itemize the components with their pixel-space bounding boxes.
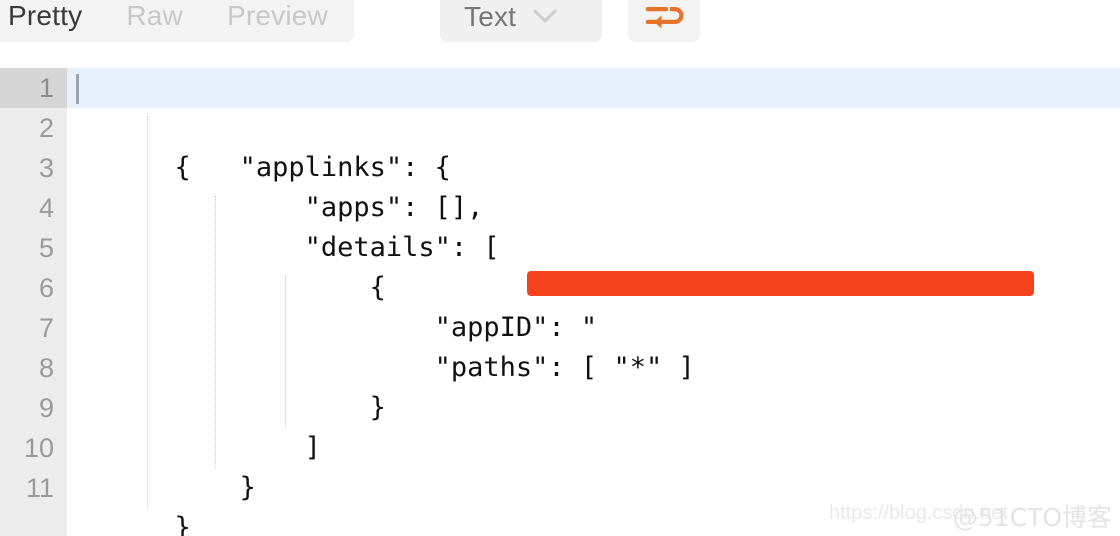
format-select-value: Text bbox=[464, 1, 517, 32]
tab-raw[interactable]: Raw bbox=[104, 0, 205, 42]
code-line-text: } bbox=[174, 392, 386, 423]
watermark-tag: @51CTO博客 bbox=[952, 503, 1112, 532]
code-line-text: "apps": [], bbox=[174, 192, 484, 223]
line-number: 8 bbox=[38, 353, 54, 383]
line-number: 6 bbox=[38, 273, 54, 303]
line-number-gutter: 1 2 3 4 5 6 7 8 9 10 11 bbox=[0, 68, 67, 536]
line-number: 1 bbox=[0, 68, 67, 108]
line-number: 7 bbox=[38, 313, 54, 343]
indent-guide bbox=[147, 116, 149, 508]
code-line[interactable]: { bbox=[67, 68, 1120, 183]
json-editor[interactable]: 1 2 3 4 5 6 7 8 9 10 11 { "applinks": { … bbox=[0, 68, 1120, 536]
redacted-appid-value bbox=[527, 271, 1034, 296]
word-wrap-button[interactable] bbox=[628, 0, 700, 42]
line-number: 2 bbox=[38, 113, 54, 143]
format-select[interactable]: Text bbox=[440, 0, 602, 42]
line-number: 9 bbox=[38, 393, 54, 423]
view-mode-tab-group: Pretty Raw Preview bbox=[0, 0, 354, 42]
code-line-text: "applinks": { bbox=[174, 152, 451, 183]
toolbar: Pretty Raw Preview Text bbox=[0, 0, 1120, 48]
line-number: 4 bbox=[38, 193, 54, 223]
code-line-text: } bbox=[174, 472, 256, 503]
code-line-text: } bbox=[174, 512, 191, 536]
line-number: 3 bbox=[38, 153, 54, 183]
code-line[interactable]: "applinks": { bbox=[67, 108, 1120, 183]
line-number: 11 bbox=[25, 473, 54, 503]
tab-pretty[interactable]: Pretty bbox=[0, 0, 104, 42]
code-line-text: ] bbox=[174, 432, 321, 463]
line-number: 5 bbox=[38, 233, 54, 263]
watermark: https://blog.csdn.net @51CTO博客 bbox=[812, 498, 1112, 532]
line-number: 10 bbox=[23, 433, 54, 463]
tab-preview[interactable]: Preview bbox=[205, 0, 350, 42]
text-cursor bbox=[76, 74, 79, 104]
code-line-text: "appID": " ", bbox=[174, 312, 1120, 343]
chevron-down-icon bbox=[532, 7, 557, 27]
word-wrap-icon bbox=[644, 3, 684, 31]
code-line-text: "paths": [ "*" ] bbox=[174, 352, 695, 383]
code-line-text: { bbox=[174, 272, 386, 303]
code-content[interactable]: { "applinks": { "apps": [], "details": [… bbox=[67, 68, 1120, 536]
code-line-text: "details": [ bbox=[174, 232, 500, 263]
